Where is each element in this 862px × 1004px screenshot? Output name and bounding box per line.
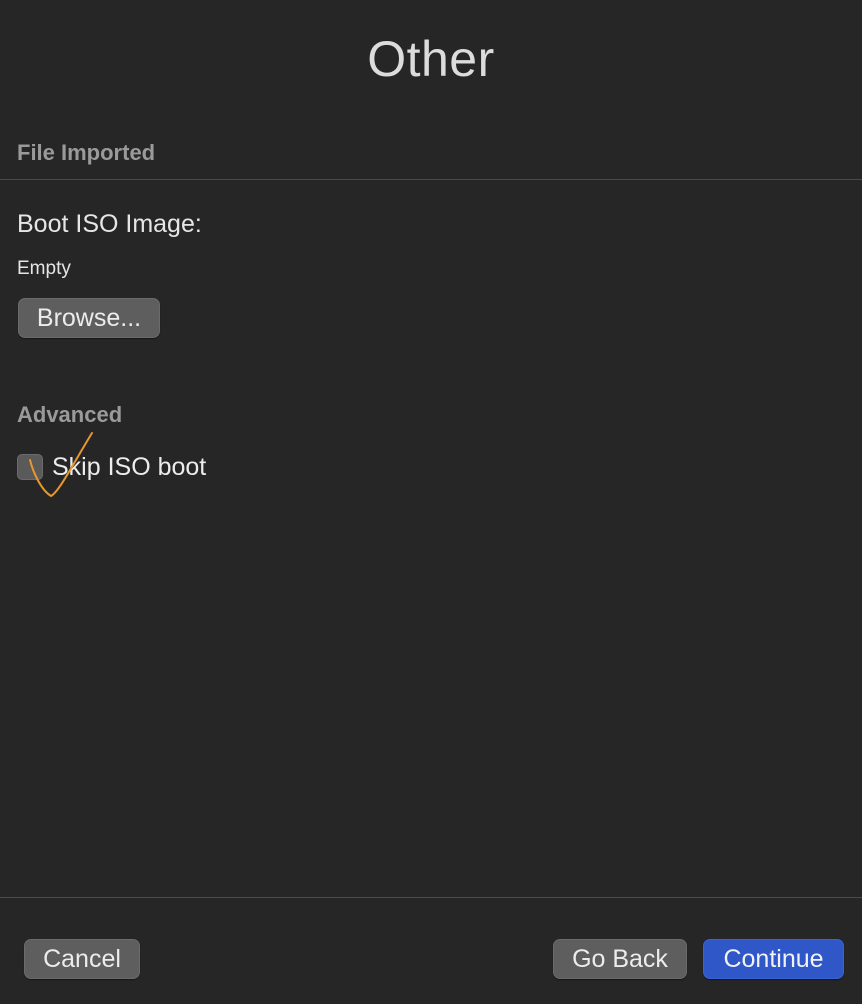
footer-divider — [0, 897, 862, 898]
continue-button[interactable]: Continue — [703, 939, 844, 979]
go-back-button[interactable]: Go Back — [553, 939, 687, 979]
dialog-window: Other File Imported Boot ISO Image: Empt… — [0, 0, 862, 1004]
advanced-header: Advanced — [17, 402, 123, 427]
file-imported-header: File Imported — [17, 140, 156, 165]
browse-button[interactable]: Browse... — [18, 298, 160, 338]
boot-iso-label: Boot ISO Image: — [17, 210, 202, 238]
section-divider — [0, 179, 862, 180]
checkmark-stroke — [29, 432, 93, 498]
dialog-title: Other — [367, 31, 495, 87]
cancel-button[interactable]: Cancel — [24, 939, 140, 979]
boot-iso-value: Empty — [17, 258, 71, 279]
checkmark-scribble-icon — [29, 432, 93, 498]
